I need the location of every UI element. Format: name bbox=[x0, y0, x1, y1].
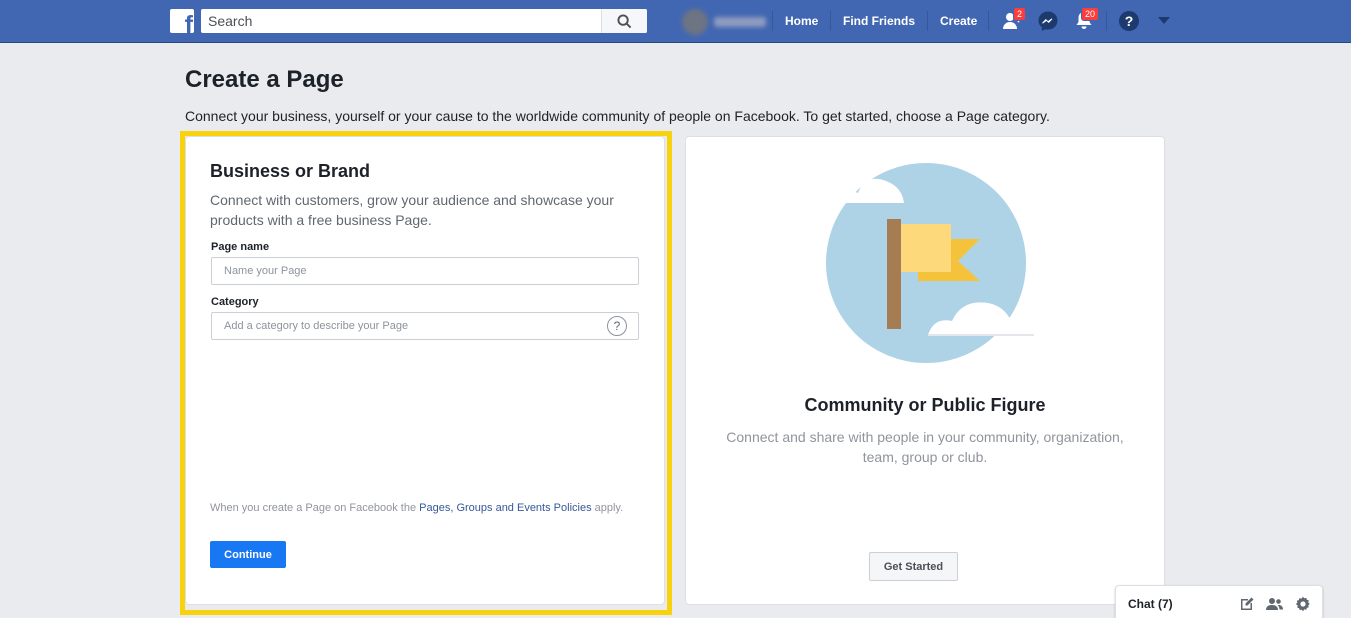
community-card-title: Community or Public Figure bbox=[804, 395, 1046, 415]
nav-divider bbox=[927, 11, 928, 31]
page-name-field-wrapper bbox=[211, 257, 639, 285]
nav-divider bbox=[830, 11, 831, 31]
facebook-logo-icon[interactable]: f bbox=[170, 9, 194, 33]
account-menu-button[interactable] bbox=[1152, 9, 1176, 33]
flag-illustration bbox=[820, 163, 1034, 363]
business-card-title: Business or Brand bbox=[210, 161, 371, 181]
policies-link[interactable]: Pages, Groups and Events Policies bbox=[419, 502, 591, 514]
community-card-description: Connect and share with people in your co… bbox=[726, 429, 1124, 465]
policy-suffix: apply. bbox=[591, 502, 624, 514]
chat-settings-gear-icon[interactable] bbox=[1294, 595, 1311, 612]
page-subtitle: Connect your business, yourself or your … bbox=[185, 108, 1050, 124]
business-or-brand-card: Business or Brand Connect with customers… bbox=[185, 136, 665, 605]
category-label: Category bbox=[211, 296, 259, 308]
category-help-icon[interactable]: ? bbox=[607, 316, 627, 336]
help-icon: ? bbox=[1119, 11, 1139, 31]
search-box bbox=[201, 9, 647, 33]
chat-bar[interactable]: Chat (7) bbox=[1115, 585, 1323, 618]
search-icon bbox=[617, 13, 632, 28]
notifications-badge: 20 bbox=[1081, 7, 1100, 21]
nav-find-friends-link[interactable]: Find Friends bbox=[843, 14, 915, 28]
nav-divider bbox=[988, 11, 989, 31]
page-name-input[interactable] bbox=[212, 258, 638, 284]
logo-letter: f bbox=[184, 11, 193, 34]
contacts-icon[interactable] bbox=[1266, 595, 1283, 612]
avatar bbox=[682, 9, 708, 35]
messenger-button[interactable] bbox=[1036, 9, 1060, 33]
nav-divider bbox=[1106, 11, 1107, 31]
new-message-icon[interactable] bbox=[1238, 595, 1255, 612]
policy-notice: When you create a Page on Facebook the P… bbox=[210, 500, 640, 516]
profile-link[interactable] bbox=[676, 8, 768, 36]
nav-divider bbox=[772, 11, 773, 31]
page-name-label: Page name bbox=[211, 241, 270, 253]
help-button[interactable]: ? bbox=[1117, 9, 1141, 33]
friend-requests-badge: 2 bbox=[1013, 7, 1027, 21]
continue-button[interactable]: Continue bbox=[210, 541, 286, 568]
page-title: Create a Page bbox=[185, 66, 344, 93]
friend-requests-button[interactable]: 2 bbox=[1000, 7, 1027, 33]
search-button[interactable] bbox=[601, 9, 647, 33]
svg-text:?: ? bbox=[1125, 13, 1134, 29]
category-input[interactable] bbox=[212, 313, 638, 339]
chat-label: Chat (7) bbox=[1128, 597, 1173, 611]
nav-home-link[interactable]: Home bbox=[785, 14, 818, 28]
profile-name-blurred bbox=[714, 17, 766, 27]
community-or-public-figure-card[interactable]: Community or Public Figure Connect and s… bbox=[685, 136, 1165, 605]
nav-create-link[interactable]: Create bbox=[940, 14, 977, 28]
search-input[interactable] bbox=[201, 9, 601, 33]
get-started-button[interactable]: Get Started bbox=[869, 552, 958, 581]
policy-prefix: When you create a Page on Facebook the bbox=[210, 502, 420, 514]
messenger-icon bbox=[1038, 11, 1058, 31]
top-navigation-bar: f Home Find Friends Create 2 20 ? bbox=[0, 0, 1351, 43]
business-card-description: Connect with customers, grow your audien… bbox=[210, 192, 614, 228]
notifications-button[interactable]: 20 bbox=[1072, 7, 1100, 33]
category-field-wrapper: ? bbox=[211, 312, 639, 340]
caret-down-icon bbox=[1158, 17, 1170, 24]
